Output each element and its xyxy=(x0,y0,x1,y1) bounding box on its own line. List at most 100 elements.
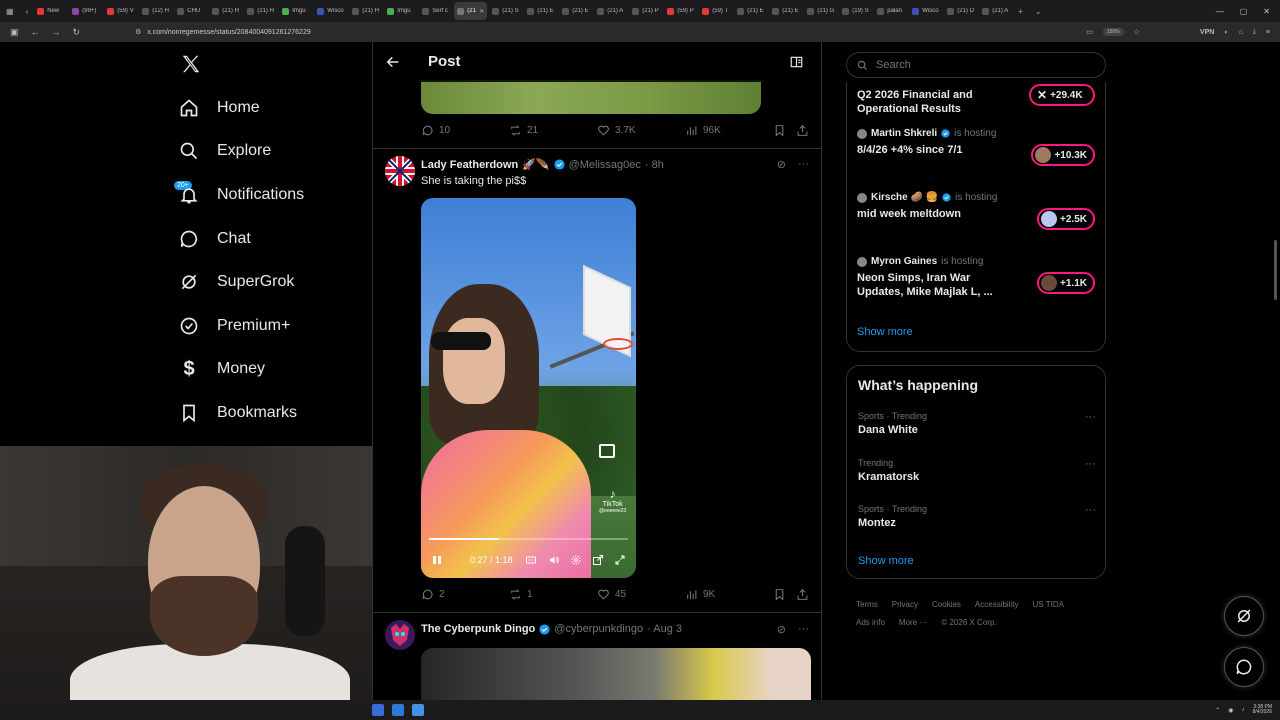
nav-item-premium[interactable]: Premium+ xyxy=(178,315,290,337)
browser-tab[interactable]: (21) H xyxy=(209,2,242,20)
browser-tab[interactable]: palan xyxy=(874,2,907,20)
grok-fab-button[interactable] xyxy=(1224,596,1264,636)
browser-tab[interactable]: (21) H xyxy=(349,2,382,20)
browser-tab[interactable]: (59) P xyxy=(664,2,697,20)
more-options-icon[interactable]: ··· xyxy=(1085,411,1096,423)
repost-button[interactable]: 1 xyxy=(509,588,533,601)
browser-tab[interactable]: (21) S xyxy=(489,2,522,20)
pop-out-icon[interactable] xyxy=(592,554,604,566)
pause-icon[interactable] xyxy=(432,555,442,565)
nav-item-notifications[interactable]: Notifications xyxy=(178,184,304,206)
browser-tab[interactable]: (99+) xyxy=(69,2,102,20)
wallet-icon[interactable]: ◐ xyxy=(1224,29,1228,36)
footer-link[interactable]: More ··· xyxy=(899,614,927,632)
browser-tab[interactable]: (12) H xyxy=(139,2,172,20)
share-icon[interactable] xyxy=(796,124,809,137)
more-options-icon[interactable]: ··· xyxy=(1085,458,1096,470)
trend-item[interactable]: Sports · Trending Dana White ··· xyxy=(858,411,1096,436)
browser-tab[interactable]: (21) A xyxy=(979,2,1012,20)
browser-tab[interactable]: (21) A xyxy=(594,2,627,20)
browser-tab[interactable]: (21) E xyxy=(734,2,767,20)
reader-icon[interactable]: ▭ xyxy=(1086,28,1093,36)
browser-tab[interactable]: Serf c xyxy=(419,2,452,20)
volume-icon[interactable] xyxy=(548,554,560,566)
tray-chevron-icon[interactable]: ⌃ xyxy=(1215,707,1220,714)
nav-item-money[interactable]: $ Money xyxy=(178,358,265,380)
browser-tab[interactable]: (19) S xyxy=(839,2,872,20)
browser-tab[interactable]: (21)✕ xyxy=(454,2,488,20)
grok-explain-icon[interactable]: ⊘ xyxy=(777,623,786,636)
space-listeners-pill[interactable]: +1.1K xyxy=(1037,272,1095,294)
url-field[interactable]: x.com/nonregemesse/status/20840040912612… xyxy=(147,29,310,36)
more-options-icon[interactable]: ··· xyxy=(1085,504,1096,516)
zoom-level[interactable]: 150% xyxy=(1102,28,1124,36)
space-listeners-pill[interactable]: ✕ +29.4K xyxy=(1029,84,1095,106)
browser-tab[interactable]: New xyxy=(34,2,67,20)
menu-icon[interactable]: ≡ xyxy=(1266,29,1270,36)
space-listeners-pill[interactable]: +10.3K xyxy=(1031,144,1095,166)
file-explorer-icon[interactable] xyxy=(372,704,384,716)
author-name[interactable]: The Cyberpunk Dingo xyxy=(421,623,535,635)
share-icon[interactable] xyxy=(796,588,809,601)
fullscreen-icon[interactable] xyxy=(614,554,626,566)
video-player[interactable]: ♪ TikTok @eeeeee23 0:27 / 1:18 xyxy=(421,198,636,578)
trend-item[interactable]: Trending Kramatorsk ··· xyxy=(858,458,1096,483)
tab-scroll-left-icon[interactable]: ‹ xyxy=(20,7,35,16)
like-button[interactable]: 3.7K xyxy=(597,124,636,137)
back-icon[interactable]: ← xyxy=(31,27,40,38)
footer-link[interactable]: Ads info xyxy=(856,614,885,632)
footer-link[interactable]: Accessibility xyxy=(975,596,1019,614)
bookmark-icon[interactable] xyxy=(773,588,786,601)
volume-icon[interactable]: ♪ xyxy=(1242,707,1245,713)
steam-icon[interactable] xyxy=(392,704,404,716)
maximize-button[interactable]: ▢ xyxy=(1240,7,1248,16)
tab-close-icon[interactable]: ✕ xyxy=(479,8,484,15)
views-button[interactable]: 9K xyxy=(685,588,715,601)
picture-in-picture-icon[interactable] xyxy=(599,444,615,458)
tab-list-icon[interactable]: ▦ xyxy=(0,7,20,16)
captions-icon[interactable] xyxy=(525,554,537,566)
previous-post-image[interactable] xyxy=(421,80,761,114)
post-time[interactable]: · Aug 3 xyxy=(647,623,682,635)
video-progress-bar[interactable] xyxy=(429,538,628,540)
x-logo-icon[interactable] xyxy=(180,53,202,75)
grok-explain-icon[interactable]: ⊘ xyxy=(777,158,786,171)
trend-item[interactable]: Sports · Trending Montez ··· xyxy=(858,504,1096,529)
more-options-icon[interactable]: ··· xyxy=(798,158,809,171)
extensions-icon[interactable]: ⌂ xyxy=(1239,29,1243,36)
space-item[interactable]: Kirsche 🥔 🍔 is hosting mid week meltdown… xyxy=(857,192,1097,230)
site-info-icon[interactable]: ⚙ xyxy=(135,28,141,36)
post-time[interactable]: · 8h xyxy=(645,159,664,171)
system-clock[interactable]: 3:38 PM 8/4/2026 xyxy=(1253,704,1272,716)
browser-tab[interactable]: (59) V xyxy=(104,2,137,20)
repost-button[interactable]: 21 xyxy=(509,124,538,137)
nav-item-bookmarks[interactable]: Bookmarks xyxy=(178,402,297,424)
app-icon[interactable] xyxy=(412,704,424,716)
browser-tab[interactable]: CHU xyxy=(174,2,207,20)
more-options-icon[interactable]: ··· xyxy=(798,623,809,636)
tab-dropdown-icon[interactable]: ⌄ xyxy=(1029,7,1048,16)
forward-icon[interactable]: → xyxy=(52,27,61,38)
author-handle[interactable]: @cyberpunkdingo xyxy=(554,623,643,635)
author-name[interactable]: Lady Featherdown xyxy=(421,159,518,171)
browser-tab[interactable]: (21) E xyxy=(559,2,592,20)
space-listeners-pill[interactable]: +2.5K xyxy=(1037,208,1095,230)
reply-button[interactable]: 2 xyxy=(421,588,445,601)
settings-gear-icon[interactable] xyxy=(570,554,582,566)
minimize-button[interactable]: — xyxy=(1216,7,1224,16)
browser-tab[interactable]: Wisco xyxy=(314,2,347,20)
avatar[interactable] xyxy=(385,156,415,186)
network-icon[interactable]: ◉ xyxy=(1228,707,1233,714)
footer-link[interactable]: Privacy xyxy=(892,596,918,614)
messages-fab-button[interactable] xyxy=(1224,647,1264,687)
browser-tab[interactable]: Wisco xyxy=(909,2,942,20)
reload-icon[interactable]: ↻ xyxy=(73,27,81,38)
like-button[interactable]: 45 xyxy=(597,588,626,601)
close-window-button[interactable]: ✕ xyxy=(1263,7,1270,16)
space-item[interactable]: Q2 2026 Financial and Operational Result… xyxy=(857,84,1097,117)
nav-item-explore[interactable]: Explore xyxy=(178,140,271,162)
space-item[interactable]: Myron Gaines is hosting Neon Simps, Iran… xyxy=(857,256,1097,300)
back-arrow-icon[interactable] xyxy=(385,54,401,70)
vpn-button[interactable]: VPN xyxy=(1200,29,1214,36)
page-scrollbar[interactable] xyxy=(1274,240,1277,300)
